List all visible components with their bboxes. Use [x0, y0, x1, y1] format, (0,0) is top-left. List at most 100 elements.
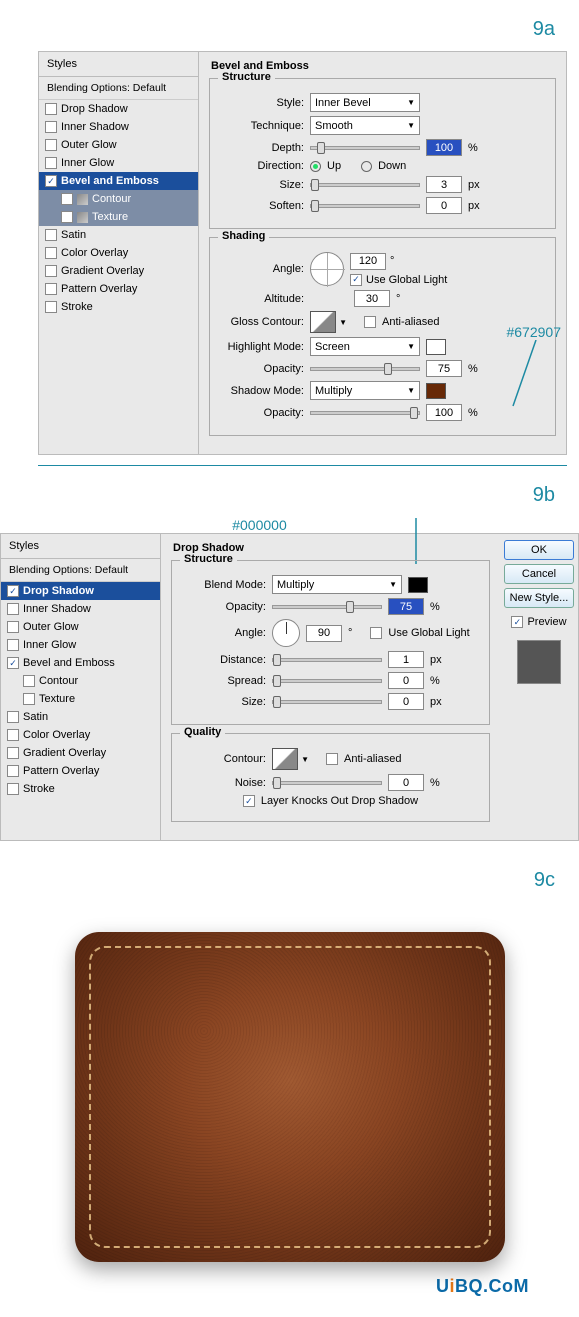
checkbox[interactable] [45, 265, 57, 277]
size-input[interactable]: 3 [426, 176, 462, 193]
soften-slider[interactable] [310, 204, 420, 208]
checkbox[interactable] [7, 603, 19, 615]
size-slider[interactable] [310, 183, 420, 187]
highlight-mode-select[interactable]: Screen▼ [310, 337, 420, 356]
knockout-checkbox[interactable] [243, 795, 255, 807]
highlight-color-swatch[interactable] [426, 339, 446, 355]
technique-select[interactable]: Smooth▼ [310, 116, 420, 135]
style-select[interactable]: Inner Bevel▼ [310, 93, 420, 112]
checkbox[interactable] [61, 211, 73, 223]
style-outer-glow[interactable]: Outer Glow [1, 618, 160, 636]
opacity-slider[interactable] [272, 605, 382, 609]
style-bevel-emboss[interactable]: Bevel and Emboss [1, 654, 160, 672]
shadow-opacity-slider[interactable] [310, 411, 420, 415]
soften-input[interactable]: 0 [426, 197, 462, 214]
noise-input[interactable]: 0 [388, 774, 424, 791]
checkbox[interactable] [7, 765, 19, 777]
style-inner-shadow[interactable]: Inner Shadow [1, 600, 160, 618]
depth-slider[interactable] [310, 146, 420, 150]
style-satin[interactable]: Satin [39, 226, 198, 244]
highlight-opacity-input[interactable]: 75 [426, 360, 462, 377]
shadow-opacity-input[interactable]: 100 [426, 404, 462, 421]
style-gradient-overlay[interactable]: Gradient Overlay [1, 744, 160, 762]
blend-mode-select[interactable]: Multiply▼ [272, 575, 402, 594]
blend-color-swatch[interactable] [408, 577, 428, 593]
style-bevel-emboss[interactable]: Bevel and Emboss [39, 172, 198, 190]
checkbox[interactable] [7, 711, 19, 723]
blending-options[interactable]: Blending Options: Default [1, 559, 160, 582]
spread-slider[interactable] [272, 679, 382, 683]
size-input[interactable]: 0 [388, 693, 424, 710]
style-texture[interactable]: Texture [1, 690, 160, 708]
checkbox[interactable] [45, 247, 57, 259]
checkbox[interactable] [7, 783, 19, 795]
opacity-input[interactable]: 75 [388, 598, 424, 615]
contour-icon [77, 194, 88, 205]
style-gradient-overlay[interactable]: Gradient Overlay [39, 262, 198, 280]
style-stroke[interactable]: Stroke [1, 780, 160, 798]
spread-input[interactable]: 0 [388, 672, 424, 689]
size-slider[interactable] [272, 700, 382, 704]
style-pattern-overlay[interactable]: Pattern Overlay [1, 762, 160, 780]
checkbox[interactable] [7, 621, 19, 633]
style-stroke[interactable]: Stroke [39, 298, 198, 316]
new-style-button[interactable]: New Style... [504, 588, 574, 608]
ok-button[interactable]: OK [504, 540, 574, 560]
checkbox[interactable] [7, 747, 19, 759]
altitude-input[interactable]: 30 [354, 290, 390, 307]
checkbox[interactable] [7, 729, 19, 741]
checkbox[interactable] [23, 675, 35, 687]
distance-slider[interactable] [272, 658, 382, 662]
shadow-mode-select[interactable]: Multiply▼ [310, 381, 420, 400]
color-hint-672907: #672907 [506, 324, 561, 340]
gloss-contour-picker[interactable]: ▼ [310, 311, 336, 333]
blending-options[interactable]: Blending Options: Default [39, 77, 198, 100]
style-drop-shadow[interactable]: Drop Shadow [39, 100, 198, 118]
style-satin[interactable]: Satin [1, 708, 160, 726]
checkbox[interactable] [45, 229, 57, 241]
style-pattern-overlay[interactable]: Pattern Overlay [39, 280, 198, 298]
style-inner-glow[interactable]: Inner Glow [39, 154, 198, 172]
shadow-color-swatch[interactable] [426, 383, 446, 399]
angle-input[interactable]: 120 [350, 253, 386, 270]
color-hint-000000: #000000 [0, 517, 579, 533]
radio-up[interactable] [310, 161, 321, 172]
checkbox[interactable] [7, 639, 19, 651]
checkbox[interactable] [45, 103, 57, 115]
knockout-label: Layer Knocks Out Drop Shadow [261, 795, 418, 807]
checkbox[interactable] [7, 657, 19, 669]
preview-checkbox[interactable] [511, 616, 523, 628]
depth-input[interactable]: 100 [426, 139, 462, 156]
checkbox[interactable] [45, 301, 57, 313]
global-light-checkbox[interactable] [370, 627, 382, 639]
global-light-checkbox[interactable] [350, 274, 362, 286]
checkbox[interactable] [45, 157, 57, 169]
style-inner-shadow[interactable]: Inner Shadow [39, 118, 198, 136]
checkbox[interactable] [45, 121, 57, 133]
angle-input[interactable]: 90 [306, 625, 342, 642]
style-color-overlay[interactable]: Color Overlay [1, 726, 160, 744]
noise-slider[interactable] [272, 781, 382, 785]
style-outer-glow[interactable]: Outer Glow [39, 136, 198, 154]
checkbox[interactable] [7, 585, 19, 597]
style-color-overlay[interactable]: Color Overlay [39, 244, 198, 262]
style-contour[interactable]: Contour [39, 190, 198, 208]
checkbox[interactable] [23, 693, 35, 705]
radio-down[interactable] [361, 161, 372, 172]
angle-dial[interactable] [272, 619, 300, 647]
style-texture[interactable]: Texture [39, 208, 198, 226]
checkbox[interactable] [45, 175, 57, 187]
antialiased-checkbox[interactable] [326, 753, 338, 765]
checkbox[interactable] [61, 193, 73, 205]
style-contour[interactable]: Contour [1, 672, 160, 690]
antialiased-checkbox[interactable] [364, 316, 376, 328]
contour-picker[interactable]: ▼ [272, 748, 298, 770]
angle-dial[interactable] [310, 252, 344, 286]
style-inner-glow[interactable]: Inner Glow [1, 636, 160, 654]
style-drop-shadow[interactable]: Drop Shadow [1, 582, 160, 600]
checkbox[interactable] [45, 139, 57, 151]
cancel-button[interactable]: Cancel [504, 564, 574, 584]
highlight-opacity-slider[interactable] [310, 367, 420, 371]
checkbox[interactable] [45, 283, 57, 295]
distance-input[interactable]: 1 [388, 651, 424, 668]
